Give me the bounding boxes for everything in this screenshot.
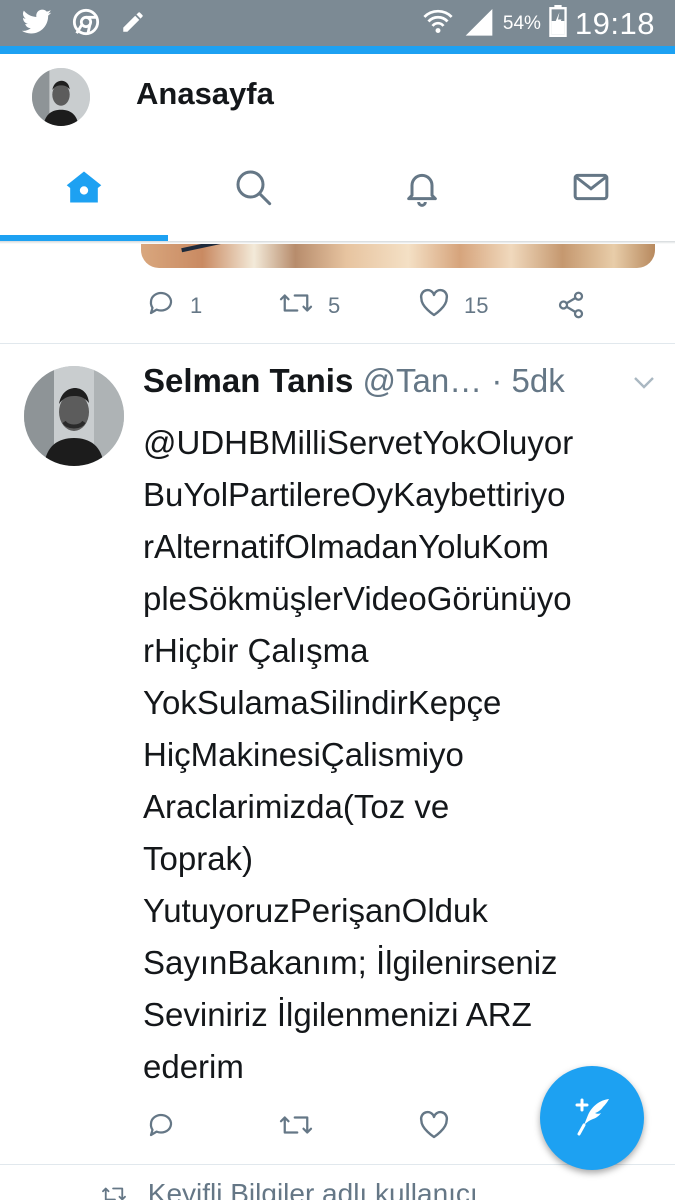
- heart-icon: [418, 288, 450, 323]
- app-header: Anasayfa: [0, 54, 675, 244]
- tweet-text-line: rHiçbir Çalışma: [143, 632, 369, 669]
- like-button[interactable]: [418, 1110, 450, 1145]
- battery-percent: 54%: [502, 12, 541, 34]
- tweet-text-line: BuYolPartilereOyKaybettiriyo: [143, 476, 566, 513]
- tweet-text-line: SayınBakanım; İlgilenirseniz: [143, 944, 558, 981]
- tweet-text-line: rAlternatifOlmadanYoluKom: [143, 528, 549, 565]
- tweet-text-line: YokSulamaSilindirKepçe: [143, 684, 502, 721]
- retweet-icon: [278, 1110, 314, 1145]
- chevron-down-icon[interactable]: [633, 376, 655, 395]
- reply-icon: [146, 288, 176, 323]
- tab-notifications[interactable]: [338, 154, 507, 224]
- status-bar: 54% 19:18: [0, 0, 675, 48]
- tab-bar: [0, 154, 675, 224]
- share-button[interactable]: [555, 290, 587, 325]
- header-shadow: [0, 241, 675, 244]
- bell-icon: [402, 167, 442, 212]
- tab-home[interactable]: [0, 154, 169, 224]
- retweet-button[interactable]: 5: [278, 288, 340, 323]
- reply-button[interactable]: [146, 1110, 176, 1145]
- mail-icon: [571, 167, 611, 212]
- like-count: 15: [464, 292, 489, 318]
- profile-avatar[interactable]: [32, 68, 90, 126]
- chrome-icon: [72, 8, 100, 41]
- reply-count: 1: [190, 292, 203, 318]
- reply-button[interactable]: 1: [146, 288, 202, 323]
- tweet-text-line: Araclarimizda(Toz ve: [143, 788, 450, 825]
- tweet-text-line: Seviniriz İlgilenmenizi ARZ: [143, 996, 532, 1033]
- retweet-context[interactable]: Keyifli Bilgiler adlı kullanıcı: [100, 1178, 478, 1200]
- tweet-text-line: YutuyoruzPerişanOlduk: [143, 892, 488, 929]
- retweet-context-text: Keyifli Bilgiler adlı kullanıcı: [147, 1178, 478, 1200]
- twitter-icon: [21, 9, 52, 40]
- compose-feather-icon: [569, 1093, 615, 1144]
- tweet-text-line: pleSökmüşlerVideoGörünüyo: [143, 580, 572, 617]
- wifi-icon: [421, 6, 455, 41]
- retweet-button[interactable]: [278, 1110, 314, 1145]
- tweet-text-line: Toprak): [143, 840, 254, 877]
- status-accent-line: [0, 46, 675, 54]
- compose-tweet-button[interactable]: [540, 1066, 644, 1170]
- search-icon: [233, 167, 273, 212]
- heart-icon: [418, 1110, 450, 1145]
- tweet-divider: [0, 343, 675, 344]
- page-title: Anasayfa: [136, 76, 274, 111]
- twitter-home-screen: 54% 19:18 1 5 15 Selman Tanis @Tan… · 5d…: [0, 0, 675, 1200]
- tweet-timestamp: 5dk: [511, 362, 565, 399]
- tweet-text: @UDHBMilliServetYokOluyor BuYolPartilere…: [143, 417, 663, 1093]
- signal-icon: [463, 6, 495, 41]
- tweet-text-line: HiçMakinesiÇalismiyo: [143, 736, 464, 773]
- like-button[interactable]: 15: [418, 288, 488, 323]
- retweet-icon: [100, 1180, 128, 1200]
- retweet-icon: [278, 288, 314, 323]
- tab-messages[interactable]: [506, 154, 675, 224]
- home-icon: [63, 168, 105, 211]
- tweet-text-line: @UDHBMilliServetYokOluyor: [143, 424, 574, 461]
- tweet-separator: ·: [491, 362, 503, 399]
- avatar[interactable]: [24, 366, 124, 466]
- pencil-icon: [120, 9, 146, 40]
- tab-search[interactable]: [169, 154, 338, 224]
- tweet-header: Selman Tanis @Tan… · 5dk: [143, 362, 663, 406]
- tweet-author-handle[interactable]: @Tan…: [362, 362, 482, 399]
- battery-icon: [549, 5, 567, 42]
- clock: 19:18: [574, 5, 655, 41]
- retweet-count: 5: [328, 292, 341, 318]
- tweet-author-name[interactable]: Selman Tanis: [143, 362, 353, 399]
- reply-icon: [146, 1110, 176, 1145]
- share-icon: [555, 290, 587, 325]
